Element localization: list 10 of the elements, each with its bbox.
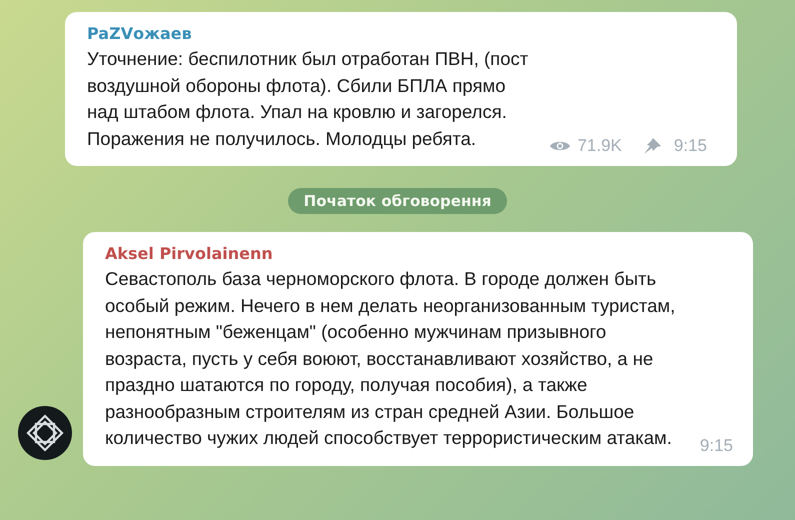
view-count: 71.9K [577,136,622,156]
message-time: 9:15 [674,136,707,156]
eye-icon [549,139,572,153]
message-text: Уточнение: беспилотник был отработан ПВН, (пост воздушной обороны флота). Сбили БПЛА прямо над штабом флота. Упал на кровлю и загорелся. Поражения не получилось. Молодцы ребята. [87,47,530,151]
author-name: PaZVожаев [87,23,193,45]
discussion-start-label: Початок обговорення [288,188,508,214]
message-text: Севастополь база черноморского флота. В городе должен быть особый режим. Нечего в нем делать неорганизованным туристам, непонятным "беженцам" (особенно мужчинам призывного возраста, пусть у себя воюют, восстанавливают хозяйство, а не праздно шатаются по городу, получая пособия), а также разнообразным строителям из стран средней Азии. Большое количество чужих людей способствует террористическим атакам. [105,267,676,450]
avatar-icon [18,406,72,460]
author-name: Aksel Pirvolainenn [105,243,274,265]
message-time: 9:15 [700,436,733,456]
